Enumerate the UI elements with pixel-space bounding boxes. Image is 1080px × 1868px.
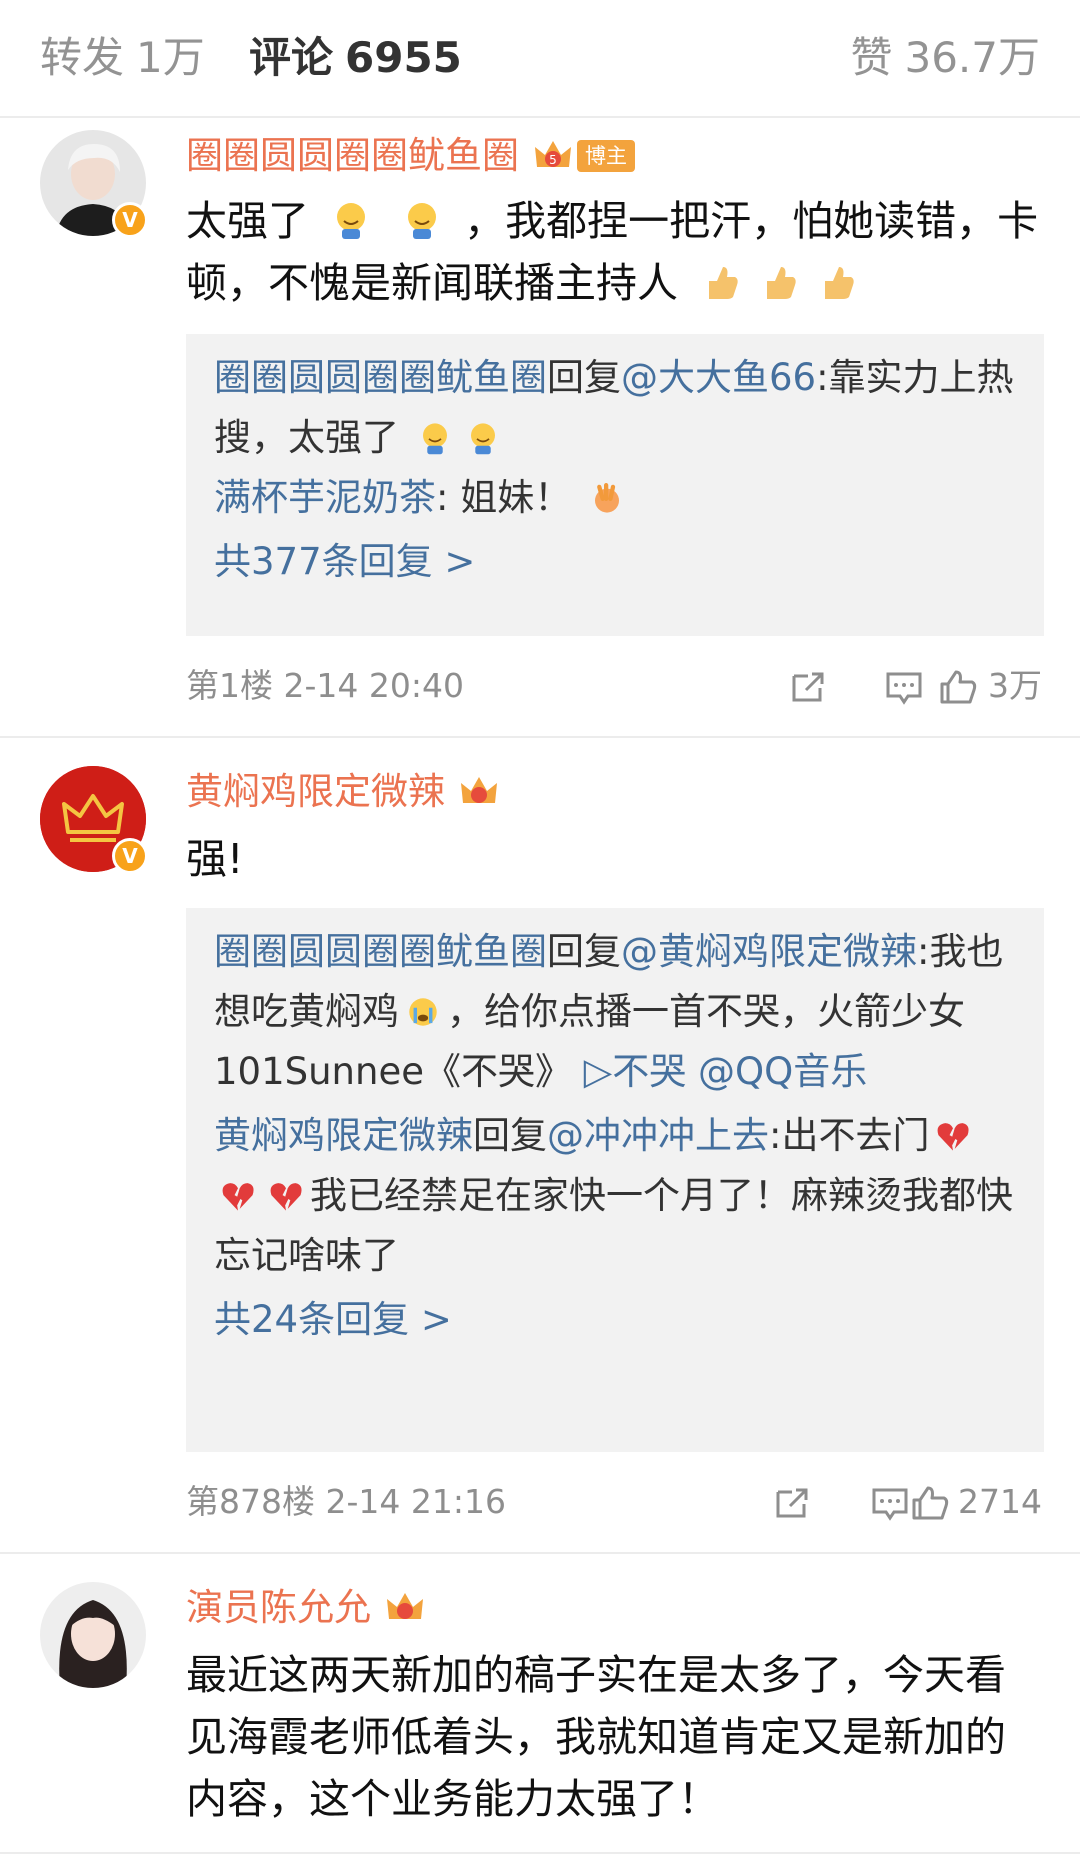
sweat-smile-emoji-icon (422, 423, 447, 455)
tab-likes[interactable]: 赞 36.7万 (850, 32, 1040, 84)
reply-text: : 姐妹！ (436, 476, 572, 519)
crying-emoji-icon (409, 998, 437, 1026)
comment-username[interactable]: 黄焖鸡限定微辣 (186, 770, 445, 814)
reply-preview-box[interactable]: 圈圈圆圆圈圈鱿鱼圈回复@黄焖鸡限定微辣:我也想吃黄焖鸡 ，给你点播一首不哭，火箭少… (186, 908, 1044, 1452)
broken-heart-emoji-icon (938, 1123, 970, 1151)
comment-username[interactable]: 演员陈允允 (186, 1586, 371, 1630)
reply-mention[interactable]: @冲冲冲上去 (547, 1114, 769, 1157)
comment-divider (0, 736, 1080, 738)
tab-comments[interactable]: 评论 6955 (249, 32, 462, 84)
tab-reposts[interactable]: 转发 1万 (40, 32, 205, 84)
thumbs-up-emoji-icon (767, 267, 796, 299)
sweat-smile-emoji-icon (470, 423, 495, 455)
reply-item: 黄焖鸡限定微辣回复@冲冲冲上去:出不去门我已经禁足在家快一个月了！麻辣烫我都快忘… (214, 1106, 1016, 1286)
tab-comments-count: 6955 (345, 33, 462, 82)
like-count[interactable]: 3万 (988, 662, 1042, 710)
reply-mention[interactable]: @大大鱼66 (621, 356, 816, 399)
share-icon[interactable] (788, 668, 828, 706)
comment-text-part: 太强了 (186, 197, 309, 245)
broken-heart-emoji-icon (270, 1183, 302, 1211)
floor-and-time: 第878楼 2-14 21:16 (186, 1478, 506, 1526)
comment-text: 太强了 ，我都捏一把汗，怕她读错，卡顿，不愧是新闻联播主持人 (186, 190, 1046, 314)
comment-text: 强! (186, 835, 244, 883)
tab-reposts-count: 1万 (136, 33, 205, 82)
comment-icon[interactable] (884, 668, 924, 706)
comment-text: 最近这两天新加的稿子实在是太多了，今天看见海霞老师低着头，我就知道肯定又是新加的… (186, 1651, 1006, 1823)
comment-meta: 第878楼 2-14 21:16 2714 (186, 1478, 1042, 1526)
comment-tabs: 转发 1万 评论 6955 赞 36.7万 (0, 0, 1080, 118)
vip-crown-icon (461, 777, 497, 803)
reply-username[interactable]: 黄焖鸡限定微辣 (214, 1114, 473, 1157)
comment-time: 2-14 20:40 (283, 666, 465, 705)
reply-preview-box[interactable]: 圈圈圆圆圈圈鱿鱼圈回复@大大鱼66:靠实力上热搜，太强了 满杯芋泥奶茶: 姐妹！… (186, 334, 1044, 636)
share-icon[interactable] (772, 1484, 812, 1522)
reply-verb: 回复 (547, 930, 621, 973)
comment-meta: 第1楼 2-14 20:40 3万 (186, 662, 1042, 710)
victory-hands-emoji-icon (595, 483, 619, 513)
avatar[interactable] (40, 1582, 146, 1688)
reply-username[interactable]: 圈圈圆圆圈圈鱿鱼圈 (214, 356, 547, 399)
tab-likes-label: 赞 (850, 33, 893, 82)
vip-crown-icon (387, 1593, 423, 1619)
floor-number: 第878楼 (186, 1482, 315, 1521)
reply-item: 圈圈圆圆圈圈鱿鱼圈回复@大大鱼66:靠实力上热搜，太强了 (214, 348, 1016, 468)
avatar[interactable]: V (40, 766, 148, 874)
tab-reposts-label: 转发 (40, 33, 125, 82)
tab-comments-label: 评论 (249, 33, 334, 82)
thumbs-up-emoji-icon (825, 267, 854, 299)
comment-username-row: 圈圈圆圆圈圈鱿鱼圈 5 博主 (186, 134, 635, 178)
avatar-image (40, 1582, 146, 1688)
reply-verb: 回复 (473, 1114, 547, 1157)
comment-icon[interactable] (870, 1484, 910, 1522)
sweat-smile-emoji-icon (408, 203, 437, 239)
comment-time: 2-14 21:16 (325, 1482, 507, 1521)
reply-username[interactable]: 满杯芋泥奶茶 (214, 476, 436, 519)
comment-text-part: ，我都捏一把汗，怕她读错，卡顿，不愧是新闻联播主持人 (186, 197, 1039, 307)
vip-crown-icon: 5 (535, 141, 571, 167)
verified-badge-icon: V (112, 838, 148, 874)
comment-divider (0, 1552, 1080, 1554)
comment-username[interactable]: 圈圈圆圆圈圈鱿鱼圈 (186, 134, 519, 178)
verified-badge-icon: V (112, 202, 148, 238)
like-count[interactable]: 2714 (958, 1478, 1042, 1526)
broken-heart-emoji-icon (222, 1183, 254, 1211)
svg-text:5: 5 (549, 153, 557, 167)
comment-username-row: 黄焖鸡限定微辣 (186, 770, 499, 814)
music-link[interactable]: ▷不哭 (584, 1050, 686, 1093)
reply-text: :出不去门 (769, 1114, 930, 1157)
reply-mention[interactable]: @黄焖鸡限定微辣 (621, 930, 917, 973)
thumbs-up-icon[interactable] (938, 668, 978, 706)
reply-username[interactable]: 圈圈圆圆圈圈鱿鱼圈 (214, 930, 547, 973)
floor-number: 第1楼 (186, 666, 273, 705)
thumbs-up-emoji-icon (709, 267, 738, 299)
avatar[interactable]: V (40, 130, 148, 238)
floor-and-time: 第1楼 2-14 20:40 (186, 662, 464, 710)
reply-item: 圈圈圆圆圈圈鱿鱼圈回复@黄焖鸡限定微辣:我也想吃黄焖鸡 ，给你点播一首不哭，火箭少… (214, 922, 1016, 1102)
reply-text: 我已经禁足在家快一个月了！麻辣烫我都快忘记啥味了 (214, 1174, 1013, 1277)
reply-verb: 回复 (547, 356, 621, 399)
blogger-badge: 博主 (577, 140, 635, 172)
view-more-replies-link[interactable]: 共377条回复 > (214, 532, 1016, 592)
tab-likes-count: 36.7万 (904, 33, 1040, 82)
qq-music-mention[interactable]: @QQ音乐 (698, 1050, 867, 1093)
thumbs-up-icon[interactable] (910, 1484, 950, 1522)
comment-divider (0, 1852, 1080, 1854)
comment-username-row: 演员陈允允 (186, 1586, 425, 1630)
reply-item: 满杯芋泥奶茶: 姐妹！ (214, 468, 1016, 528)
view-more-replies-link[interactable]: 共24条回复 > (214, 1290, 1016, 1350)
sweat-smile-emoji-icon (337, 203, 366, 239)
